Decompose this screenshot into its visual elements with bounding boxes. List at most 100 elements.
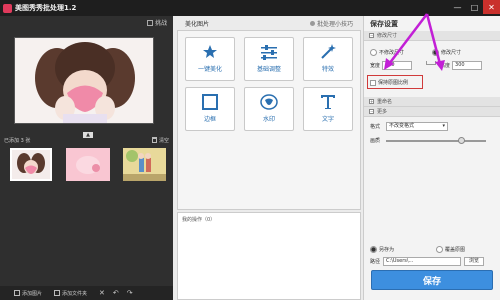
width-row: 宽度 500 [370, 61, 413, 70]
width-input[interactable]: 500 [382, 61, 413, 70]
app-window: 美图秀秀批处理1.2 — □ ✕ 挑战 ▲ 已添加 3 张 清空 添加图片 添加… [0, 0, 500, 300]
tools-panel: 美化图片 批处理小技巧 一键美化 基础调整 特效 边框 水印 文字 我的操作（0… [173, 16, 363, 300]
format-value: 不改变格式 [389, 123, 415, 129]
frame-icon [201, 94, 219, 110]
tool-watermark[interactable]: 水印 [244, 87, 294, 131]
title-bar: 美图秀秀批处理1.2 — □ ✕ [0, 0, 500, 16]
resize-options: 不修改尺寸 修改尺寸 宽度 500 高度 300 保持原图比例 [364, 41, 500, 97]
rotate-right-icon[interactable]: ↷ [127, 289, 133, 297]
format-select[interactable]: 不改变格式 ▾ [386, 122, 449, 131]
clear-button[interactable]: 清空 [151, 137, 169, 144]
close-button[interactable]: ✕ [483, 0, 500, 14]
add-image-icon [14, 290, 20, 296]
folder-icon [54, 290, 61, 296]
tool-frame[interactable]: 边框 [185, 87, 235, 131]
tool-effects[interactable]: 特效 [303, 37, 353, 81]
tool-label: 一键美化 [197, 66, 222, 73]
app-logo-icon [3, 3, 12, 13]
annotation-highlight-box [367, 75, 423, 89]
batch-button[interactable]: 挑战 [146, 18, 167, 27]
tool-text[interactable]: 文字 [303, 87, 353, 131]
quality-slider[interactable] [386, 136, 487, 144]
window-title: 美图秀秀批处理1.2 [15, 4, 77, 12]
path-row: 路径 C:\Users\... 浏览 [370, 257, 485, 266]
tool-label: 基础调整 [256, 66, 281, 73]
no-resize-label: 不修改尺寸 [379, 50, 405, 56]
thumbnail-3[interactable] [123, 148, 166, 181]
added-count-label: 已添加 3 张 [4, 137, 31, 144]
save-settings-panel: 保存设置 − 修改尺寸 不修改尺寸 修改尺寸 宽度 500 高度 300 保持原… [363, 16, 500, 300]
no-resize-radio[interactable] [370, 49, 377, 56]
quality-slider-handle[interactable] [457, 136, 465, 144]
delete-icon[interactable]: ✕ [99, 289, 105, 297]
thumbnail-2[interactable] [66, 148, 110, 181]
resize-radio[interactable] [432, 49, 439, 56]
batch-icon [146, 19, 153, 26]
rotate-left-icon[interactable]: ↶ [113, 289, 119, 297]
thumbnail-1-image [12, 150, 50, 179]
image-preview [14, 37, 154, 124]
lightbulb-icon [309, 20, 315, 26]
magic-wand-icon [201, 44, 219, 60]
path-input[interactable]: C:\Users\... [383, 257, 462, 266]
tab-beautify[interactable]: 美化图片 [185, 19, 209, 28]
width-label: 宽度 [370, 63, 381, 69]
text-icon [319, 94, 337, 110]
image-list-panel: 挑战 ▲ 已添加 3 张 清空 添加图片 添加文件夹 ✕ ↶ ↷ [0, 16, 173, 300]
add-image-button[interactable]: 添加图片 [14, 290, 42, 297]
resize-option[interactable]: 修改尺寸 [432, 49, 461, 56]
tool-one-click-beautify[interactable]: 一键美化 [185, 37, 235, 81]
format-row: 格式 不改变格式 ▾ [370, 122, 449, 131]
chevron-down-icon: ▾ [442, 123, 446, 129]
tool-basic-adjust[interactable]: 基础调整 [244, 37, 294, 81]
format-label: 格式 [370, 124, 381, 130]
quality-label: 画质 [370, 138, 381, 144]
browse-button[interactable]: 浏览 [464, 257, 485, 266]
resize-label: 修改尺寸 [441, 50, 462, 56]
add-image-label: 添加图片 [22, 290, 43, 297]
add-folder-label: 添加文件夹 [62, 290, 88, 297]
clear-label: 清空 [158, 137, 169, 144]
height-input[interactable]: 300 [452, 61, 483, 70]
save-as-radio[interactable] [370, 246, 377, 253]
save-settings-heading: 保存设置 [370, 19, 398, 28]
watermark-icon [260, 94, 278, 110]
minimize-button[interactable]: — [449, 0, 466, 14]
more-section-header[interactable]: − 更多 [364, 107, 500, 117]
save-as-label: 另存为 [379, 247, 395, 253]
sparkle-wand-icon [319, 44, 337, 60]
my-operations-label: 我的操作（0） [182, 217, 216, 223]
save-as-option[interactable]: 另存为 [370, 246, 394, 253]
more-options: 格式 不改变格式 ▾ 画质 [364, 117, 500, 153]
path-label: 路径 [370, 259, 381, 265]
save-location: 另存为 覆盖原图 路径 C:\Users\... 浏览 [364, 244, 500, 270]
collapse-icon: − [369, 109, 374, 114]
tips-label: 批处理小技巧 [316, 20, 353, 28]
batch-label: 挑战 [154, 20, 167, 27]
maximize-button[interactable]: □ [466, 0, 483, 14]
thumbnail-3-image [123, 148, 166, 181]
quality-row: 画质 [370, 136, 487, 144]
overwrite-radio[interactable] [436, 246, 443, 253]
image-list-toolbar: 添加图片 添加文件夹 ✕ ↶ ↷ [0, 286, 173, 300]
link-ratio-icon [426, 61, 436, 65]
my-operations-panel: 我的操作（0） [177, 212, 361, 300]
no-resize-option[interactable]: 不修改尺寸 [370, 49, 404, 56]
thumbnail-1[interactable] [10, 148, 52, 181]
tool-label: 水印 [262, 116, 275, 123]
tips-link[interactable]: 批处理小技巧 [309, 19, 353, 28]
save-button[interactable]: 保存 [371, 270, 493, 290]
tool-label: 特效 [321, 66, 334, 73]
height-label: 高度 [440, 63, 451, 69]
girl-photo-preview [15, 38, 153, 123]
save-button-label: 保存 [422, 276, 441, 287]
add-folder-button[interactable]: 添加文件夹 [54, 290, 87, 297]
collapse-icon: − [369, 33, 374, 38]
overwrite-option[interactable]: 覆盖原图 [436, 246, 465, 253]
more-section-label: 更多 [377, 109, 388, 115]
resize-section-header[interactable]: − 修改尺寸 [364, 31, 500, 41]
rename-section-header[interactable]: + 重命名 [364, 97, 500, 107]
tool-grid: 一键美化 基础调整 特效 边框 水印 文字 [177, 30, 361, 210]
trash-icon [151, 137, 157, 143]
tool-label: 边框 [203, 116, 216, 123]
